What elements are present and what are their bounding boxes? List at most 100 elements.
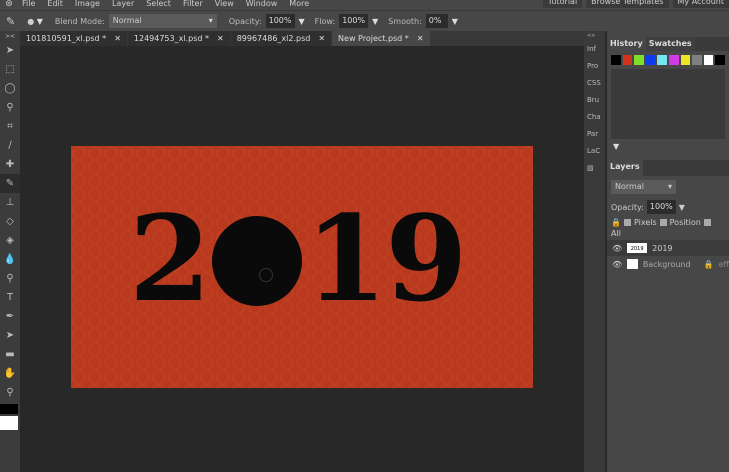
menu-file[interactable]: File: [22, 0, 35, 8]
close-icon[interactable]: ✕: [318, 31, 325, 46]
move-tool-icon[interactable]: ➤: [0, 41, 20, 60]
lock-position-checkbox[interactable]: [659, 219, 667, 226]
layer-effects-label[interactable]: eff: [719, 260, 729, 269]
fill-tool-icon[interactable]: ◈: [0, 231, 20, 250]
swatch-0[interactable]: [611, 55, 621, 65]
healing-tool-icon[interactable]: ✚: [0, 155, 20, 174]
swatch-3[interactable]: [645, 55, 656, 65]
my-account-button[interactable]: My Account: [672, 0, 729, 8]
panel-css[interactable]: CSS: [584, 75, 605, 92]
digit-two: 2: [129, 189, 211, 328]
blend-mode-select[interactable]: Normal ▾: [108, 14, 217, 28]
tab-layers[interactable]: Layers: [607, 160, 643, 176]
eraser-tool-icon[interactable]: ◇: [0, 212, 20, 231]
menu-filter[interactable]: Filter: [183, 0, 203, 8]
document-canvas[interactable]: 2 1 9: [71, 146, 533, 388]
foreground-color[interactable]: [0, 404, 18, 414]
swatch-5[interactable]: [668, 55, 679, 65]
lock-pixels-label: Pixels: [633, 218, 657, 227]
opacity-label: Opacity:: [228, 16, 262, 26]
layer-opacity-input[interactable]: 100%: [646, 200, 676, 214]
pen-tool-icon[interactable]: ✒: [0, 307, 20, 326]
document-tabs: 101810591_xl.psd * ✕ 12494753_xl.psd * ✕ 8…: [20, 31, 584, 46]
hand-tool-icon[interactable]: ✋: [0, 364, 20, 383]
background-color[interactable]: [0, 416, 18, 430]
panel-character[interactable]: Cha: [584, 109, 605, 126]
flow-dropdown-icon[interactable]: ▼: [372, 17, 378, 26]
layer-thumbnail: 2019: [627, 243, 648, 253]
photopea-logo-icon[interactable]: ⊛: [0, 0, 18, 9]
opacity-input[interactable]: 100%: [265, 14, 295, 28]
swatch-2[interactable]: [634, 55, 644, 65]
history-list: [611, 69, 725, 139]
layer-name: Background: [642, 259, 691, 269]
smooth-dropdown-icon[interactable]: ▼: [452, 17, 458, 26]
swatch-8[interactable]: [703, 55, 714, 65]
menu-window[interactable]: Window: [246, 0, 278, 8]
menu-view[interactable]: View: [215, 0, 234, 8]
brush-icon: ✎: [6, 14, 16, 28]
menu-edit[interactable]: Edit: [47, 0, 63, 8]
layer-row-background[interactable]: 👁 Background 🔒 eff: [607, 256, 729, 272]
menu-select[interactable]: Select: [146, 0, 171, 8]
panel-layer-comps[interactable]: LaC: [584, 143, 605, 160]
dodge-tool-icon[interactable]: ⚲: [0, 269, 20, 288]
brush-preset-picker[interactable]: ● ▼: [27, 17, 43, 26]
opacity-dropdown-icon[interactable]: ▼: [299, 17, 305, 26]
blend-mode-label: Blend Mode:: [54, 16, 105, 26]
layer-thumbnail: [627, 259, 638, 269]
expand-icon[interactable]: <>: [584, 31, 605, 41]
digit-nine: 9: [385, 189, 467, 328]
crop-tool-icon[interactable]: ⌗: [0, 117, 20, 136]
tab-history[interactable]: History: [607, 37, 646, 51]
swatch-9[interactable]: [715, 55, 725, 65]
tab-document-4[interactable]: New Project.psd * ✕: [332, 31, 430, 46]
flow-input[interactable]: 100%: [339, 14, 369, 28]
stamp-tool-icon[interactable]: ⊥: [0, 193, 20, 212]
lock-all-checkbox[interactable]: [703, 219, 711, 226]
type-tool-icon[interactable]: T: [0, 288, 20, 307]
visibility-eye-icon[interactable]: 👁: [612, 260, 622, 269]
layer-row-2019[interactable]: 👁 2019 2019: [607, 240, 729, 256]
blur-tool-icon[interactable]: 💧: [0, 250, 20, 269]
collapse-toolbar-icon[interactable]: ><: [0, 31, 20, 41]
swatch-6[interactable]: [680, 55, 691, 65]
tab-document-1[interactable]: 101810591_xl.psd * ✕: [20, 31, 127, 46]
swatch-7[interactable]: [692, 55, 702, 65]
lasso-tool-icon[interactable]: ◯: [0, 79, 20, 98]
image-panel-icon[interactable]: ▨: [584, 160, 605, 177]
brush-tool-icon[interactable]: ✎: [0, 174, 20, 193]
browse-templates-button[interactable]: Browse Templates: [586, 0, 669, 8]
menu-more[interactable]: More: [289, 0, 309, 8]
smooth-input[interactable]: 0%: [425, 14, 448, 28]
tab-document-3[interactable]: 89967486_xl2.psd ✕: [230, 31, 332, 46]
swatch-4[interactable]: [657, 55, 667, 65]
panel-info[interactable]: Inf: [584, 41, 605, 58]
tab-swatches[interactable]: Swatches: [645, 37, 695, 51]
eyedropper-tool-icon[interactable]: ∕: [0, 136, 20, 155]
lock-pixels-checkbox[interactable]: [623, 219, 631, 226]
menu-layer[interactable]: Layer: [112, 0, 134, 8]
panel-properties[interactable]: Pro: [584, 58, 605, 75]
close-icon[interactable]: ✕: [217, 31, 224, 46]
magic-wand-tool-icon[interactable]: ⚲: [0, 98, 20, 117]
layer-name: 2019: [652, 243, 673, 253]
menu-bar: ⊛ File Edit Image Layer Select Filter Vi…: [0, 0, 729, 10]
layer-opacity-dropdown-icon[interactable]: ▼: [679, 203, 685, 212]
tutorial-button[interactable]: Tutorial: [542, 0, 583, 8]
panel-menu-icon[interactable]: ▼: [607, 139, 729, 154]
zoom-tool-icon[interactable]: ⚲: [0, 383, 20, 402]
panel-brush[interactable]: Bru: [584, 92, 605, 109]
layer-blend-select[interactable]: Normal ▾: [611, 180, 676, 194]
tab-label: 12494753_xl.psd *: [133, 34, 209, 43]
path-select-tool-icon[interactable]: ➤: [0, 326, 20, 345]
tab-document-2[interactable]: 12494753_xl.psd * ✕: [127, 31, 230, 46]
close-icon[interactable]: ✕: [114, 31, 121, 46]
marquee-tool-icon[interactable]: ⬚: [0, 60, 20, 79]
visibility-eye-icon[interactable]: 👁: [612, 244, 622, 253]
menu-image[interactable]: Image: [75, 0, 100, 8]
shape-tool-icon[interactable]: ▬: [0, 345, 20, 364]
close-icon[interactable]: ✕: [417, 31, 424, 46]
panel-paragraph[interactable]: Par: [584, 126, 605, 143]
swatch-1[interactable]: [622, 55, 633, 65]
